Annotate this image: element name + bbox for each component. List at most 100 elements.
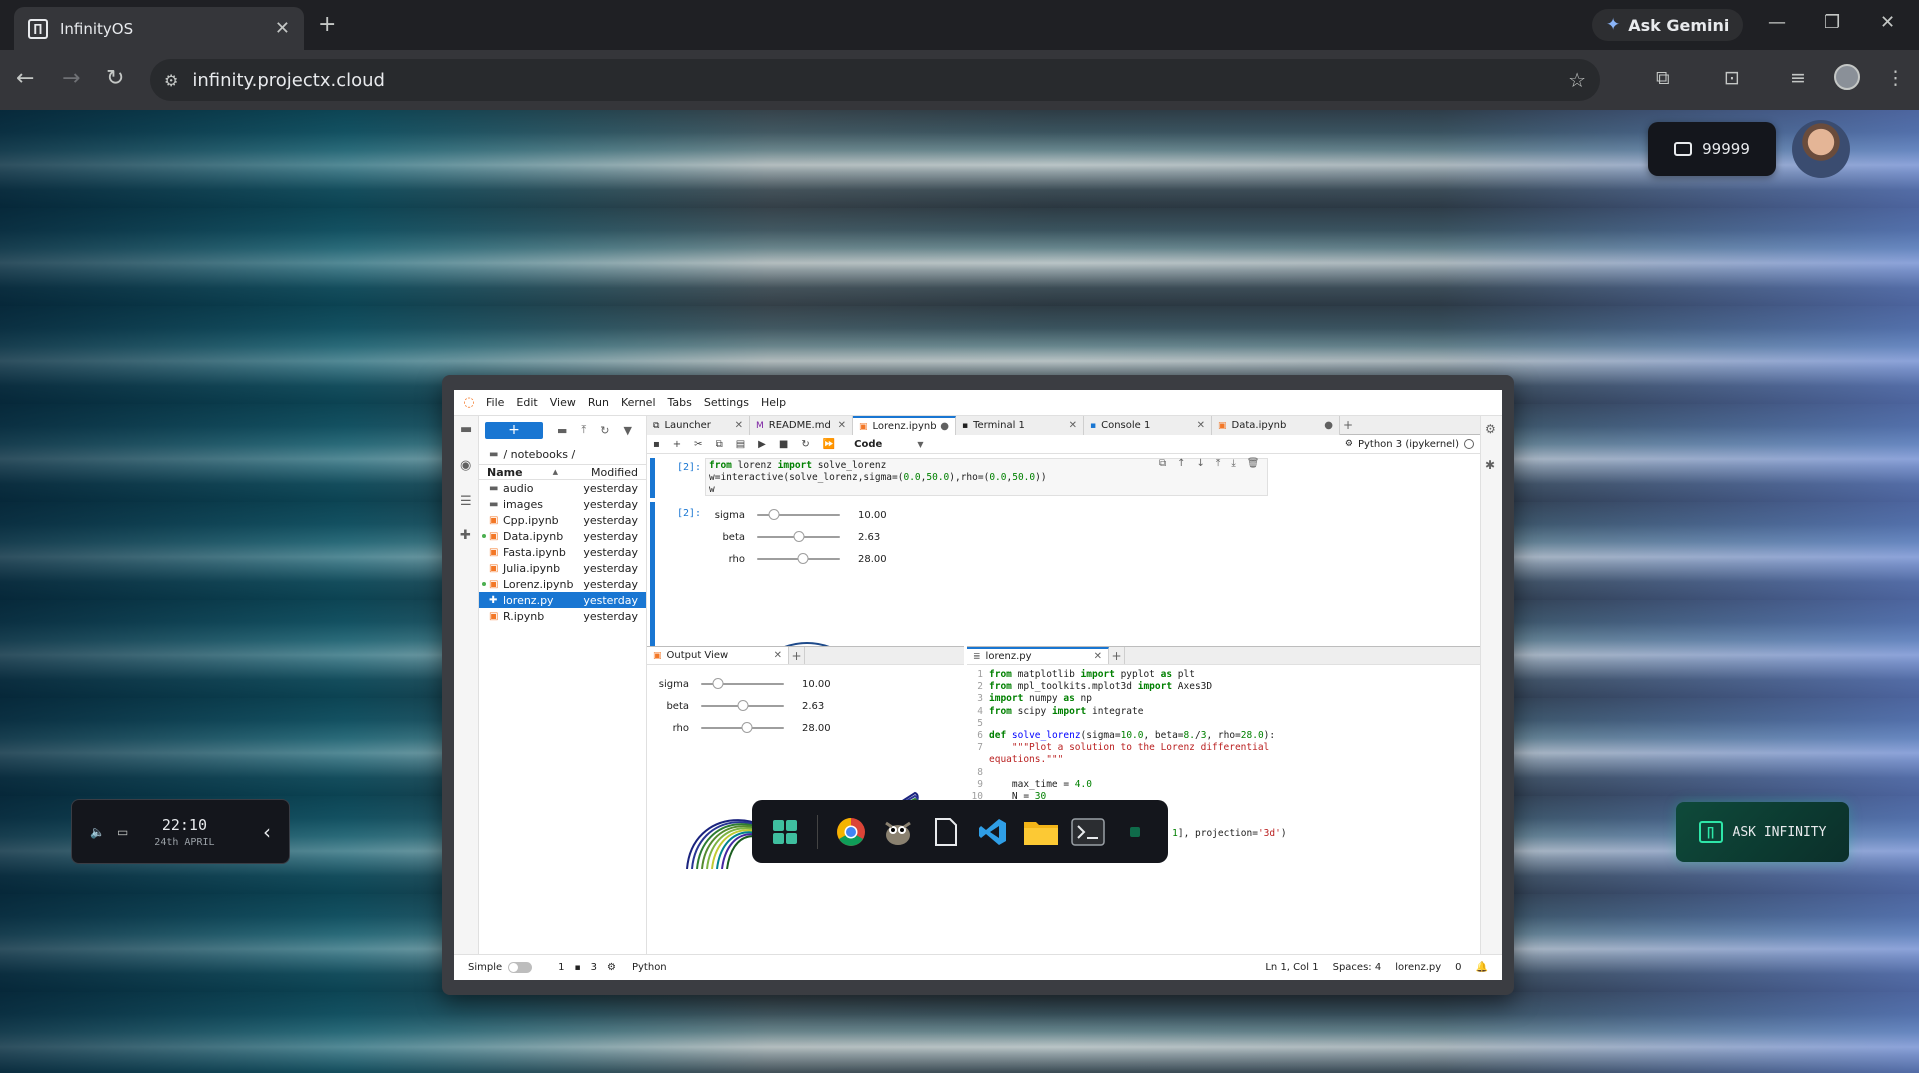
filter-icon[interactable]: ▼ xyxy=(624,424,632,437)
copy-icon[interactable]: ⧉ xyxy=(716,439,723,450)
bell-icon[interactable]: 🔔 xyxy=(1476,962,1488,973)
ask-infinity-button[interactable]: ∏ ASK INFINITY xyxy=(1676,802,1849,862)
media-controls-icon[interactable]: ≡ xyxy=(1790,67,1806,89)
address-bar[interactable]: ⚙ infinity.projectx.cloud ☆ xyxy=(150,59,1600,101)
slider-handle[interactable] xyxy=(768,509,780,520)
cursor-position[interactable]: Ln 1, Col 1 xyxy=(1265,962,1318,973)
back-icon[interactable]: ← xyxy=(16,66,34,91)
reload-icon[interactable]: ↻ xyxy=(106,66,124,91)
insert-above-icon[interactable]: ⤒ xyxy=(1216,458,1220,469)
menu-edit[interactable]: Edit xyxy=(510,396,543,409)
save-icon[interactable]: ▪ xyxy=(653,439,660,450)
debugger-icon[interactable]: ✱ xyxy=(1485,458,1495,472)
kernel-count[interactable]: 3 xyxy=(591,962,597,973)
text-file-app-icon[interactable] xyxy=(927,813,964,851)
app-indicator-icon[interactable] xyxy=(1117,813,1154,851)
minimize-icon[interactable]: — xyxy=(1768,12,1786,33)
run-all-icon[interactable]: ⏩ xyxy=(823,439,835,450)
new-folder-icon[interactable]: ▬ xyxy=(557,424,567,437)
file-row-fasta[interactable]: ▣ Fasta.ipynb yesterday xyxy=(479,544,646,560)
unsaved-dot-icon[interactable]: ● xyxy=(940,421,949,432)
menu-help[interactable]: Help xyxy=(755,396,792,409)
tab-output-view[interactable]: ▣ Output View ✕ xyxy=(647,647,789,664)
insert-below-icon[interactable]: ⤓ xyxy=(1231,458,1235,469)
tab-lorenz-ipynb[interactable]: ▣ Lorenz.ipynb ● xyxy=(853,416,956,435)
new-tab-plus-icon[interactable]: + xyxy=(1340,416,1356,434)
file-row-images[interactable]: ▬ images yesterday xyxy=(479,496,646,512)
chrome-icon[interactable] xyxy=(832,813,869,851)
new-tab-plus-icon[interactable]: + xyxy=(1109,647,1125,664)
close-tab-icon[interactable]: ✕ xyxy=(774,650,782,661)
menu-file[interactable]: File xyxy=(480,396,510,409)
run-icon[interactable]: ▶ xyxy=(758,439,766,450)
close-window-icon[interactable]: ✕ xyxy=(1880,12,1895,33)
battery-icon[interactable]: ▭ xyxy=(117,825,128,839)
menu-run[interactable]: Run xyxy=(582,396,615,409)
tab-search-icon[interactable]: ⊡ xyxy=(1724,67,1740,89)
close-tab-icon[interactable]: ✕ xyxy=(1094,651,1102,662)
tab-terminal[interactable]: ▪ Terminal 1 ✕ xyxy=(956,416,1084,435)
delete-cell-icon[interactable]: 🗑 xyxy=(1247,458,1260,469)
folder-icon[interactable]: ▬ xyxy=(460,422,472,437)
chrome-menu-icon[interactable]: ⋮ xyxy=(1886,67,1905,89)
new-tab-plus-icon[interactable]: + xyxy=(789,647,805,664)
file-row-lorenz-py[interactable]: ✚ lorenz.py yesterday xyxy=(479,592,646,608)
move-down-icon[interactable]: ↓ xyxy=(1197,458,1205,469)
close-tab-icon[interactable]: ✕ xyxy=(735,420,743,431)
tab-console[interactable]: ▪ Console 1 ✕ xyxy=(1084,416,1212,435)
terminal-app-icon[interactable] xyxy=(1069,813,1106,851)
slider-handle[interactable] xyxy=(712,678,724,689)
running-icon[interactable]: ◉ xyxy=(460,458,471,473)
beta-slider[interactable] xyxy=(701,700,784,711)
close-tab-icon[interactable]: ✕ xyxy=(275,18,290,39)
terminal-count[interactable]: 1 xyxy=(558,962,564,973)
property-inspector-icon[interactable]: ⚙ xyxy=(1485,422,1496,436)
cell-type-select[interactable]: Code xyxy=(854,439,882,450)
gimp-icon[interactable] xyxy=(880,813,917,851)
stop-icon[interactable]: ■ xyxy=(779,439,788,450)
volume-icon[interactable]: 🔈 xyxy=(90,825,105,839)
unsaved-dot-icon[interactable]: ● xyxy=(1324,420,1333,431)
file-row-cpp[interactable]: ▣ Cpp.ipynb yesterday xyxy=(479,512,646,528)
sigma-slider[interactable] xyxy=(701,678,784,689)
file-row-lorenz-ipynb[interactable]: ▣ Lorenz.ipynb yesterday xyxy=(479,576,646,592)
menu-kernel[interactable]: Kernel xyxy=(615,396,662,409)
browser-tab-infinityos[interactable]: ∏ InfinityOS ✕ xyxy=(14,7,304,50)
rho-slider[interactable] xyxy=(701,722,784,733)
menu-settings[interactable]: Settings xyxy=(698,396,755,409)
breadcrumb-path[interactable]: / notebooks / xyxy=(503,448,575,461)
insert-cell-icon[interactable]: + xyxy=(673,439,681,450)
tab-lorenz-py[interactable]: ≣ lorenz.py ✕ xyxy=(967,647,1109,664)
duplicate-cell-icon[interactable]: ⧉ xyxy=(1159,458,1166,469)
slider-handle[interactable] xyxy=(741,722,753,733)
close-tab-icon[interactable]: ✕ xyxy=(1069,420,1077,431)
column-modified[interactable]: Modified xyxy=(591,466,638,479)
slider-handle[interactable] xyxy=(737,700,748,711)
vscode-icon[interactable] xyxy=(974,813,1011,851)
home-folder-icon[interactable]: ▬ xyxy=(489,449,498,460)
tab-readme[interactable]: M README.md ✕ xyxy=(750,416,853,435)
restore-icon[interactable]: ❐ xyxy=(1824,12,1840,33)
cut-icon[interactable]: ✂ xyxy=(694,439,702,450)
close-tab-icon[interactable]: ✕ xyxy=(1197,420,1205,431)
site-settings-icon[interactable]: ⚙ xyxy=(164,71,178,90)
new-tab-icon[interactable]: + xyxy=(318,12,336,37)
forward-icon[interactable]: → xyxy=(62,66,80,91)
system-tray[interactable]: 🔈 ▭ 22:10 24th APRIL ‹ xyxy=(71,799,290,864)
menu-view[interactable]: View xyxy=(544,396,582,409)
user-avatar[interactable] xyxy=(1792,120,1850,178)
app-grid-icon[interactable] xyxy=(766,813,803,851)
bookmark-star-icon[interactable]: ☆ xyxy=(1568,68,1586,92)
chevron-down-icon[interactable]: ▼ xyxy=(917,440,923,449)
extensions-puzzle-icon[interactable]: ✚ xyxy=(460,528,471,543)
ask-gemini-button[interactable]: ✦ Ask Gemini xyxy=(1592,9,1744,41)
tab-launcher[interactable]: ⧉ Launcher ✕ xyxy=(647,416,750,435)
close-tab-icon[interactable]: ✕ xyxy=(838,420,846,431)
extensions-icon[interactable]: ⧉ xyxy=(1656,67,1670,89)
sigma-slider[interactable] xyxy=(757,509,840,520)
new-launcher-button[interactable]: + xyxy=(485,421,543,439)
tab-data-ipynb[interactable]: ▣ Data.ipynb ● xyxy=(1212,416,1340,435)
menu-tabs[interactable]: Tabs xyxy=(662,396,698,409)
rho-slider[interactable] xyxy=(757,553,840,564)
profile-avatar[interactable] xyxy=(1834,64,1860,90)
